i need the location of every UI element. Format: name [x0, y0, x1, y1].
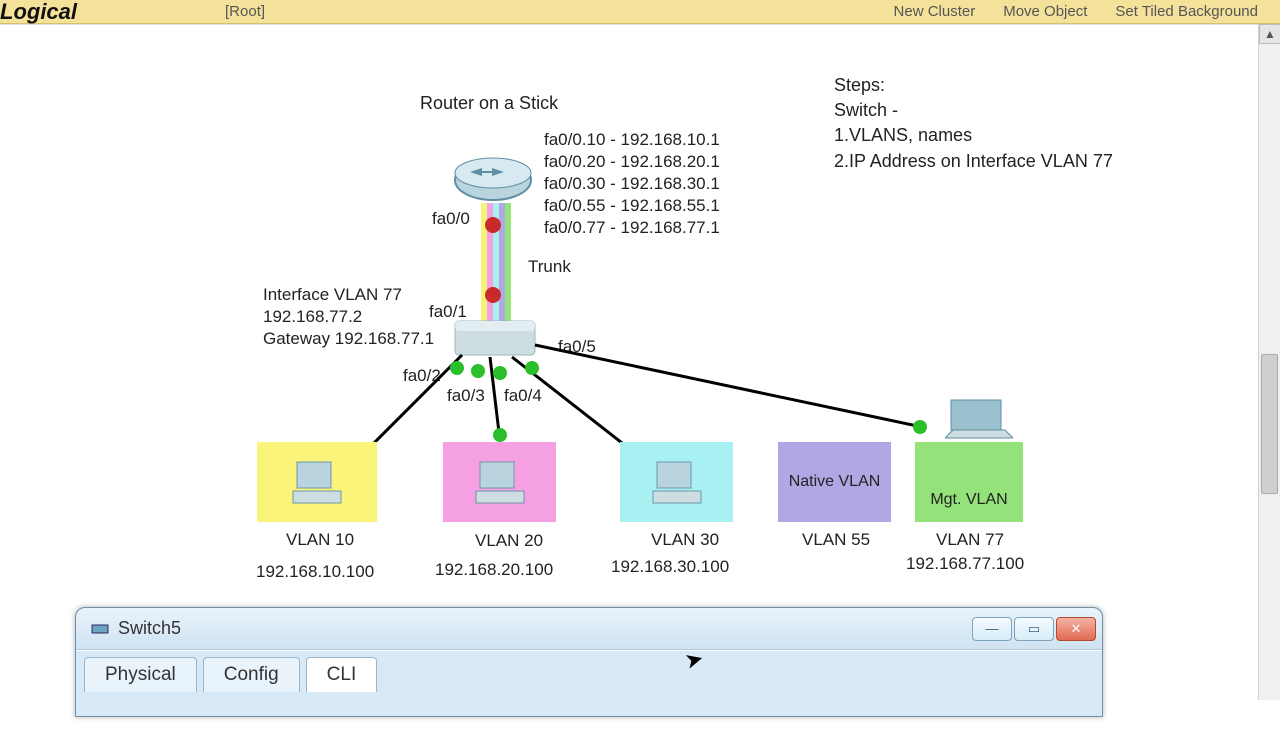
switch-window[interactable]: Switch5 — ▭ ✕ Physical Config CLI [75, 607, 1103, 717]
pc-icon [470, 457, 530, 507]
host-vlan77[interactable]: Mgt. VLAN [915, 442, 1023, 522]
tab-cli[interactable]: CLI [306, 657, 378, 692]
tab-physical[interactable]: Physical [84, 657, 197, 692]
host-vlan55[interactable]: Native VLAN [778, 442, 891, 522]
maximize-button[interactable]: ▭ [1014, 617, 1054, 641]
scroll-up-arrow-icon[interactable]: ▲ [1259, 24, 1280, 44]
vlan20-ip: 192.168.20.100 [435, 560, 553, 580]
vertical-scrollbar[interactable]: ▲ [1258, 24, 1280, 700]
vlan10-ip: 192.168.10.100 [256, 562, 374, 582]
breadcrumb-root[interactable]: [Root] [225, 3, 265, 20]
logo: Logical [0, 0, 85, 25]
scrollbar-thumb[interactable] [1261, 354, 1278, 494]
tab-config[interactable]: Config [203, 657, 300, 692]
close-button[interactable]: ✕ [1056, 617, 1096, 641]
switch-window-title: Switch5 [118, 618, 181, 639]
laptop-icon [945, 398, 1013, 442]
set-tiled-background-button[interactable]: Set Tiled Background [1115, 3, 1258, 20]
pc-icon [287, 457, 347, 507]
vlan55-name: VLAN 55 [802, 530, 870, 550]
host-vlan20[interactable] [443, 442, 556, 522]
minimize-button[interactable]: — [972, 617, 1012, 641]
pc-icon [647, 457, 707, 507]
switch-tabs: Physical Config CLI [76, 650, 1102, 692]
native-vlan-label: Native VLAN [789, 473, 881, 491]
mgt-vlan-label: Mgt. VLAN [930, 491, 1007, 509]
vlan30-ip: 192.168.30.100 [611, 557, 729, 577]
switch-icon [455, 321, 535, 355]
host-vlan10[interactable] [257, 442, 377, 522]
vlan30-name: VLAN 30 [651, 530, 719, 550]
host-vlan30[interactable] [620, 442, 733, 522]
vlan77-name: VLAN 77 [936, 530, 1004, 550]
top-toolbar: Logical [Root] New Cluster Move Object S… [0, 0, 1280, 24]
vlan20-name: VLAN 20 [475, 531, 543, 551]
switch-window-titlebar[interactable]: Switch5 — ▭ ✕ [76, 608, 1102, 650]
new-cluster-button[interactable]: New Cluster [894, 3, 976, 20]
vlan10-name: VLAN 10 [286, 530, 354, 550]
move-object-button[interactable]: Move Object [1003, 3, 1087, 20]
switch-device-icon [90, 619, 110, 639]
vlan77-ip: 192.168.77.100 [906, 554, 1024, 574]
